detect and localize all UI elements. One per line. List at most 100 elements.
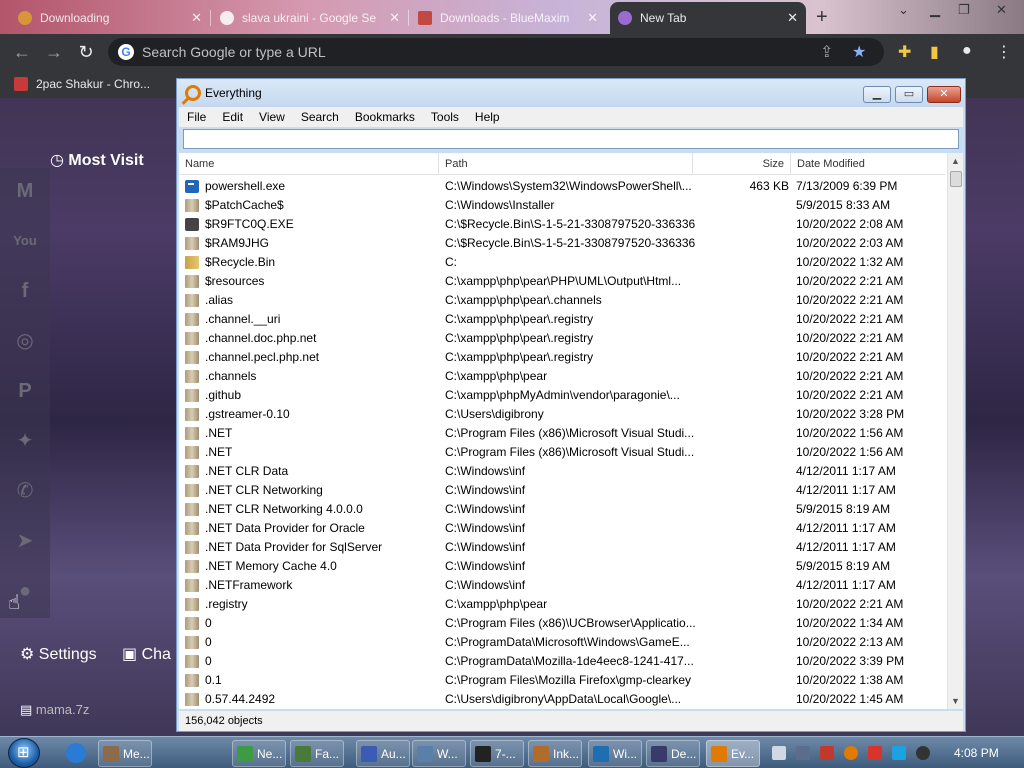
taskbar-item[interactable]: W... — [412, 740, 466, 767]
scroll-down-arrow-icon[interactable]: ▼ — [951, 696, 960, 706]
table-row[interactable]: .NET Data Provider for Oracle C:\Windows\… — [179, 519, 945, 538]
table-row[interactable]: 0 C:\ProgramData\Mozilla-1de4eec8-1241-41… — [179, 652, 945, 671]
change-background-link[interactable]: ▣ Cha — [122, 644, 171, 664]
everything-title-bar[interactable]: Everything ▁ ▭ ✕ — [177, 79, 965, 107]
taskbar-item[interactable]: Wi... — [588, 740, 642, 767]
taskbar-item[interactable]: Ink... — [528, 740, 582, 767]
speaker-icon[interactable] — [916, 746, 930, 760]
whatsapp-icon[interactable]: ✆ — [8, 474, 42, 508]
table-row[interactable]: .NETFramework C:\Windows\inf 4/12/2011 1:1… — [179, 576, 945, 595]
taskbar-item[interactable]: Ev... — [706, 740, 760, 767]
scroll-up-arrow-icon[interactable]: ▲ — [951, 156, 960, 166]
close-icon[interactable]: ✕ — [191, 10, 202, 26]
menu-kebab-icon[interactable]: ⋮ — [996, 42, 1012, 62]
table-row[interactable]: $resources C:\xampp\php\pear\PHP\UML\Outp… — [179, 272, 945, 291]
monitor-icon[interactable] — [892, 746, 906, 760]
table-row[interactable]: .alias C:\xampp\php\pear\.channels 10/20/2… — [179, 291, 945, 310]
tab-new-tab[interactable]: New Tab ✕ — [610, 2, 806, 34]
close-icon[interactable]: ✕ — [787, 10, 798, 26]
table-row[interactable]: .channel.pecl.php.net C:\xampp\php\pear\.… — [179, 348, 945, 367]
minimize-icon[interactable]: ▁ — [930, 2, 940, 18]
taskbar-item[interactable]: Me... — [98, 740, 152, 767]
gmail-icon[interactable]: M — [8, 174, 42, 208]
telegram-icon[interactable]: ➤ — [8, 524, 42, 558]
column-size[interactable]: Size — [693, 153, 791, 175]
table-row[interactable]: $R9FTC0Q.EXE C:\$Recycle.Bin\S-1-5-21-330… — [179, 215, 945, 234]
twitter-icon[interactable]: ✦ — [8, 424, 42, 458]
table-row[interactable]: 0.1 C:\Program Files\Mozilla Firefox\gmp-… — [179, 671, 945, 690]
tab-downloading[interactable]: Downloading ✕ — [10, 4, 210, 32]
back-arrow-icon[interactable]: ← — [6, 42, 38, 63]
close-icon[interactable]: ✕ — [587, 10, 598, 26]
most-visited-heading[interactable]: ◷ Most Visit — [50, 150, 144, 170]
table-row[interactable]: .NET CLR Networking 4.0.0.0 C:\Windows\in… — [179, 500, 945, 519]
new-tab-plus-icon[interactable]: + — [816, 6, 828, 29]
start-button[interactable] — [8, 738, 40, 768]
column-name[interactable]: Name — [179, 153, 439, 175]
table-row[interactable]: .channel.doc.php.net C:\xampp\php\pear\.r… — [179, 329, 945, 348]
restore-icon[interactable]: ❐ — [958, 2, 970, 18]
omnibox[interactable]: G ⇪ ★ — [108, 38, 884, 66]
table-row[interactable]: .NET CLR Data C:\Windows\inf 4/12/2011 1:1… — [179, 462, 945, 481]
table-row[interactable]: .NET CLR Networking C:\Windows\inf 4/12/20… — [179, 481, 945, 500]
table-row[interactable]: .NET C:\Program Files (x86)\Microsoft Vis… — [179, 443, 945, 462]
table-row[interactable]: .NET C:\Program Files (x86)\Microsoft Vis… — [179, 424, 945, 443]
flag-icon[interactable] — [868, 746, 882, 760]
search-input[interactable] — [183, 129, 959, 149]
download-shelf-item[interactable]: ▤ mama.7z — [20, 702, 89, 718]
facebook-icon[interactable]: f — [8, 274, 42, 308]
close-window-icon[interactable]: ✕ — [996, 2, 1007, 18]
column-path[interactable]: Path — [439, 153, 693, 175]
column-date-modified[interactable]: Date Modified — [791, 153, 945, 175]
table-row[interactable]: .channels C:\xampp\php\pear 10/20/2022 2:2… — [179, 367, 945, 386]
table-row[interactable]: 0 C:\Program Files (x86)\UCBrowser\Applic… — [179, 614, 945, 633]
menu-bookmarks[interactable]: Bookmarks — [355, 110, 415, 124]
settings-link[interactable]: ⚙ Settings — [20, 644, 97, 664]
omnibox-input[interactable] — [142, 44, 782, 60]
taskbar-item[interactable]: De... — [646, 740, 700, 767]
table-row[interactable]: .channel.__uri C:\xampp\php\pear\.registr… — [179, 310, 945, 329]
scrollbar-thumb[interactable] — [950, 171, 962, 187]
close-button[interactable]: ✕ — [927, 86, 961, 103]
close-icon[interactable]: ✕ — [389, 10, 400, 26]
profile-avatar-icon[interactable]: ● — [962, 42, 972, 60]
table-row[interactable]: .gstreamer-0.10 C:\Users\digibrony 10/20/2… — [179, 405, 945, 424]
bookmark-star-icon[interactable]: ★ — [852, 42, 866, 62]
reload-icon[interactable]: ↻ — [70, 42, 102, 63]
youtube-icon[interactable]: You — [8, 224, 42, 258]
tray-v-icon[interactable] — [820, 746, 834, 760]
instagram-icon[interactable]: ◎ — [8, 324, 42, 358]
ie-icon[interactable] — [66, 743, 86, 763]
table-row[interactable]: $Recycle.Bin C: 10/20/2022 1:32 AM — [179, 253, 945, 272]
table-row[interactable]: .github C:\xampp\phpMyAdmin\vendor\parago… — [179, 386, 945, 405]
taskbar-item[interactable]: Au... — [356, 740, 410, 767]
share-icon[interactable]: ⇪ — [820, 42, 833, 62]
menu-tools[interactable]: Tools — [431, 110, 459, 124]
table-row[interactable]: powershell.exe C:\Windows\System32\Window… — [179, 177, 945, 196]
tray-app-icon[interactable] — [796, 746, 810, 760]
side-panel-icon[interactable]: ▮ — [930, 42, 939, 62]
tab-bluemaxima-downloads[interactable]: Downloads - BlueMaxim ✕ — [410, 4, 606, 32]
table-row[interactable]: $PatchCache$ C:\Windows\Installer 5/9/2015… — [179, 196, 945, 215]
table-row[interactable]: $RAM9JHG C:\$Recycle.Bin\S-1-5-21-3308797… — [179, 234, 945, 253]
menu-edit[interactable]: Edit — [222, 110, 243, 124]
taskbar-item[interactable]: Fa... — [290, 740, 344, 767]
tray-search-icon[interactable] — [844, 746, 858, 760]
menu-view[interactable]: View — [259, 110, 285, 124]
vertical-scrollbar[interactable]: ▲ ▼ — [947, 153, 963, 709]
table-row[interactable]: 0 C:\ProgramData\Microsoft\Windows\GameE.… — [179, 633, 945, 652]
taskbar-item[interactable]: 7-... — [470, 740, 524, 767]
table-row[interactable]: .NET Data Provider for SqlServer C:\Windo… — [179, 538, 945, 557]
forward-arrow-icon[interactable]: → — [38, 42, 70, 63]
tab-google-search[interactable]: slava ukraini - Google Se ✕ — [212, 4, 408, 32]
chevron-down-icon[interactable]: ⌄ — [898, 2, 909, 18]
save-tray-icon[interactable] — [772, 746, 786, 760]
minimize-button[interactable]: ▁ — [863, 86, 891, 103]
menu-file[interactable]: File — [187, 110, 206, 124]
bookmark-2pac[interactable]: 2pac Shakur - Chro... — [14, 77, 150, 91]
pinterest-icon[interactable]: P — [8, 374, 42, 408]
taskbar-item[interactable]: Ne... — [232, 740, 286, 767]
menu-search[interactable]: Search — [301, 110, 339, 124]
table-row[interactable]: .registry C:\xampp\php\pear 10/20/2022 2:2… — [179, 595, 945, 614]
menu-help[interactable]: Help — [475, 110, 500, 124]
